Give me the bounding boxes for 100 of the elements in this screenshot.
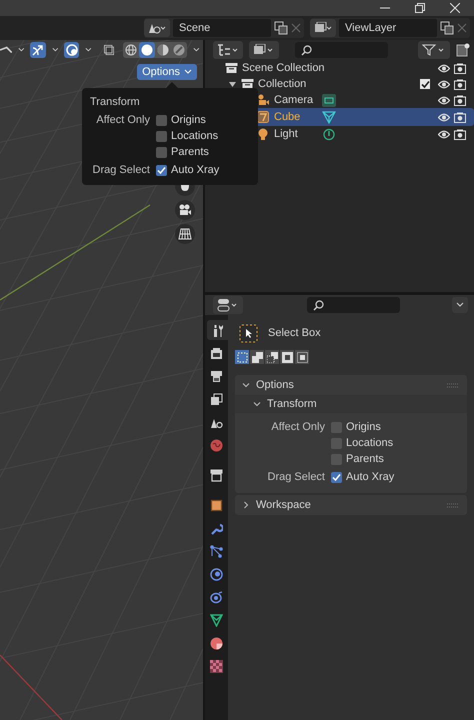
camera-icon[interactable] [454, 128, 466, 140]
eye-icon[interactable] [438, 96, 450, 104]
outliner-item-name: Camera [274, 94, 314, 106]
eye-icon[interactable] [438, 64, 450, 72]
search-icon [313, 300, 324, 310]
camera-icon[interactable] [454, 62, 466, 74]
wrench-icon [210, 522, 223, 534]
eye-icon[interactable] [438, 130, 450, 138]
shading-material-button[interactable] [155, 42, 172, 58]
caret-icon[interactable] [18, 47, 24, 53]
bulb-icon [257, 128, 270, 140]
checkmark-icon [420, 80, 430, 88]
tools-icon [212, 324, 224, 336]
funnel-icon [422, 44, 446, 56]
square-icon [210, 498, 223, 512]
filter-button[interactable] [418, 41, 450, 59]
panel-title: Workspace [256, 499, 311, 511]
shading-solid-button[interactable] [139, 42, 156, 58]
cube-icon [257, 111, 270, 123]
tool-name: Select Box [268, 327, 321, 339]
subpanel-title: Transform [267, 398, 317, 410]
new-collection-icon[interactable] [456, 43, 470, 57]
outliner-item-name: Collection [258, 78, 306, 90]
grid-view-button[interactable] [175, 224, 195, 244]
options-button[interactable]: Options [137, 64, 197, 80]
view-layer-field[interactable]: ViewLayer [339, 19, 437, 37]
shading-wireframe-button[interactable] [123, 42, 140, 58]
camera-icon[interactable] [454, 78, 466, 90]
scene-icon [148, 22, 166, 34]
caret-icon[interactable] [52, 47, 58, 53]
search-icon [301, 44, 312, 56]
outliner-item-name: Light [274, 128, 299, 140]
outliner-item-name: Scene Collection [242, 62, 325, 74]
copy-icon[interactable] [440, 21, 454, 35]
field-label: Drag Select [266, 470, 325, 485]
outliner-row[interactable]: Scene Collection [205, 60, 474, 76]
xray-toggle-icon[interactable] [104, 44, 114, 56]
light-data-icon[interactable] [322, 128, 336, 140]
chevron-icon [242, 501, 250, 509]
checkmark-icon [332, 472, 341, 482]
eye-icon[interactable] [438, 112, 450, 122]
dropdown-button[interactable] [452, 297, 468, 313]
caret-icon[interactable] [85, 47, 92, 53]
box-icon [210, 468, 223, 482]
select-mode-intersect-button[interactable] [295, 350, 309, 364]
search-field[interactable] [295, 42, 388, 58]
triangle-icon[interactable] [322, 110, 336, 124]
outliner-row[interactable]: Collection [205, 76, 474, 92]
restore-icon[interactable] [415, 3, 425, 13]
outliner-item-name: Cube [274, 111, 302, 123]
checkbox[interactable]: Auto Xray [331, 469, 467, 485]
checkbox[interactable]: Parents [331, 451, 467, 467]
triangle-icon [210, 614, 223, 626]
camera-icon[interactable] [454, 112, 466, 122]
display-mode-button[interactable] [249, 41, 279, 59]
select-mode-extend-button[interactable] [250, 350, 264, 364]
movie-camera-icon [178, 204, 192, 216]
outliner-row[interactable]: Camera [205, 92, 474, 108]
field-label: Drag Select [92, 163, 150, 178]
collection-box-icon [225, 62, 238, 74]
copy-icon[interactable] [274, 21, 288, 35]
properties-tab[interactable] [206, 320, 230, 340]
select-mode-set-button[interactable] [235, 350, 249, 364]
grip-icon[interactable] [447, 502, 459, 508]
select-box-tool-icon[interactable] [239, 324, 258, 342]
shading-rendered-button[interactable] [171, 42, 188, 58]
circle-dot-icon [210, 568, 223, 580]
editor-type-button[interactable] [213, 41, 243, 59]
expand-triangle-icon[interactable] [229, 80, 236, 88]
panel-header[interactable]: Options [235, 375, 467, 395]
camera-view-button[interactable] [175, 200, 195, 220]
checkbox[interactable]: Origins [331, 419, 467, 435]
scene-field[interactable]: Scene [173, 19, 271, 37]
gizmo-toggle[interactable] [30, 42, 46, 58]
exclude-checkbox[interactable] [420, 79, 430, 89]
field-label: Affect Only [95, 113, 150, 128]
caret-icon [456, 302, 464, 308]
checkbox[interactable]: Locations [331, 435, 467, 451]
select-mode-invert-button[interactable] [280, 350, 294, 364]
camera-icon [257, 94, 270, 106]
globe-icon [210, 438, 223, 452]
overlay-toggle[interactable] [64, 42, 80, 58]
camera-icon[interactable] [454, 94, 466, 106]
caret-icon[interactable] [193, 47, 200, 53]
popover-title: Transform [90, 96, 141, 108]
caret-icon [184, 69, 192, 75]
view-layer-selector[interactable] [310, 19, 336, 37]
grip-icon[interactable] [447, 382, 459, 388]
y-axis-line [0, 654, 62, 720]
orbit-icon [210, 590, 223, 604]
scene-selector[interactable] [144, 19, 170, 37]
subpanel-header[interactable]: Transform [235, 395, 467, 413]
eye-icon[interactable] [438, 80, 450, 88]
editor-type-button[interactable] [213, 296, 243, 314]
select-mode-subtract-button[interactable] [265, 350, 279, 364]
panel-header[interactable]: Workspace [235, 495, 467, 515]
search-field[interactable] [307, 297, 400, 313]
image-stack-icon [253, 44, 275, 56]
panel-title: Options [256, 379, 294, 391]
camera-data-icon[interactable] [322, 94, 336, 106]
